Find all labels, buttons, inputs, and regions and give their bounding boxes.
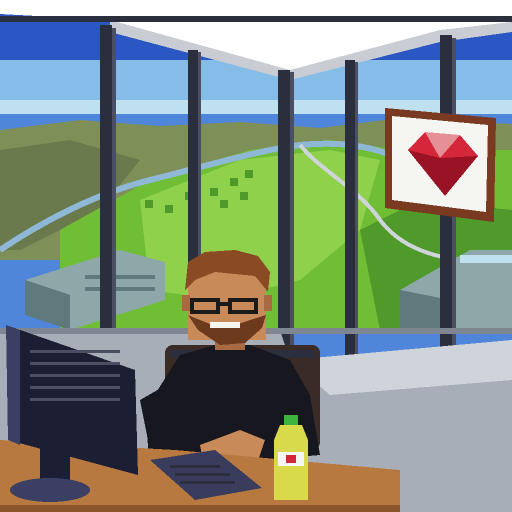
ear-left <box>182 295 190 311</box>
ruby-picture <box>385 108 496 222</box>
smile <box>210 322 240 328</box>
bottle-icon <box>274 415 308 500</box>
horizon-haze <box>0 100 512 114</box>
office-scene <box>0 0 512 512</box>
desk-edge <box>0 505 400 512</box>
ear-right <box>264 295 272 311</box>
